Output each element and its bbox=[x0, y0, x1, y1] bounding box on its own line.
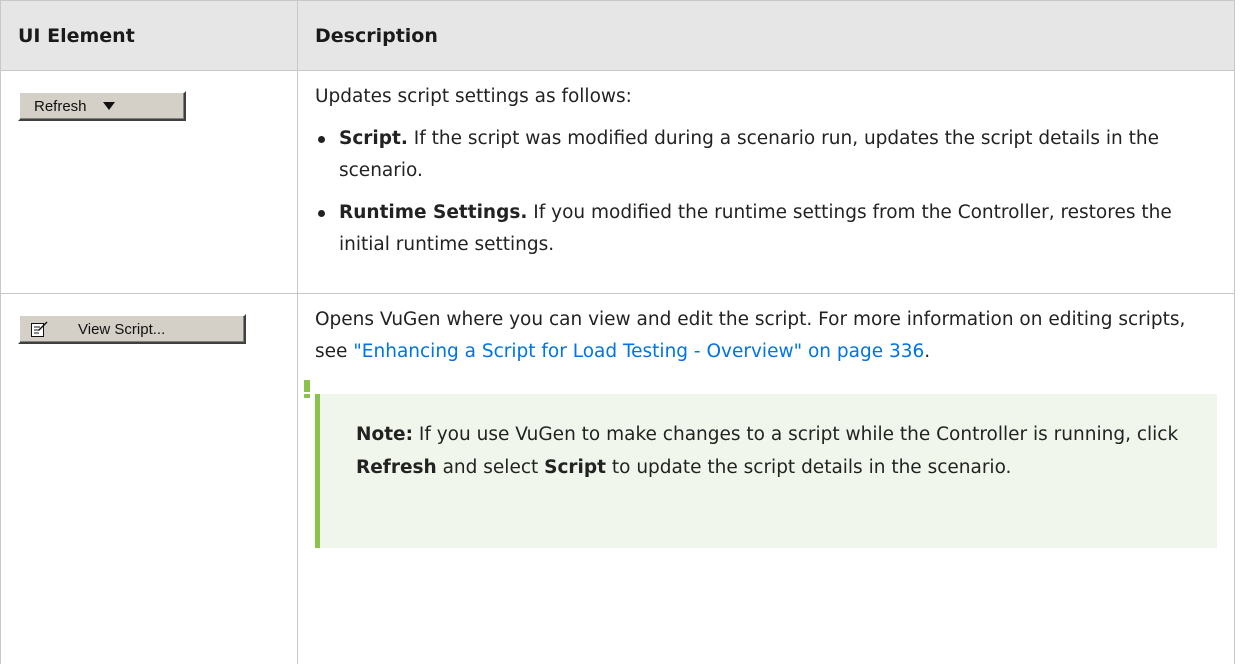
refresh-button[interactable]: Refresh bbox=[18, 91, 186, 121]
ui-element-cell: View Script... bbox=[1, 294, 298, 664]
table-header-row: UI Element Description bbox=[1, 1, 1235, 71]
description-cell: Updates script settings as follows: Scri… bbox=[298, 71, 1235, 294]
table-row-refresh: Refresh Updates script settings as follo… bbox=[1, 71, 1235, 294]
bullet-icon bbox=[318, 210, 325, 217]
dropdown-arrow-icon bbox=[103, 102, 115, 110]
refresh-options-list: Script. If the script was modified durin… bbox=[315, 123, 1217, 261]
view-script-button-label: View Script... bbox=[78, 321, 165, 338]
description-text-end: . bbox=[924, 341, 930, 362]
view-script-button[interactable]: View Script... bbox=[18, 314, 246, 344]
ui-element-cell: Refresh bbox=[1, 71, 298, 294]
header-description: Description bbox=[298, 1, 1235, 71]
exclamation-icon bbox=[304, 380, 310, 398]
description-cell: Opens VuGen where you can view and edit … bbox=[298, 294, 1235, 664]
edit-script-icon bbox=[30, 320, 48, 338]
note-bold-script: Script bbox=[544, 457, 606, 478]
note-box: Note: If you use VuGen to make changes t… bbox=[315, 394, 1217, 548]
bullet-term: Script. bbox=[339, 128, 408, 149]
refresh-intro: Updates script settings as follows: bbox=[315, 81, 1217, 113]
view-script-description: Opens VuGen where you can view and edit … bbox=[315, 304, 1217, 368]
list-item: Script. If the script was modified durin… bbox=[315, 123, 1217, 187]
bullet-text: If the script was modified during a scen… bbox=[339, 128, 1159, 181]
note-label: Note: bbox=[356, 424, 413, 445]
refresh-button-label: Refresh bbox=[34, 98, 87, 115]
note-text-3: to update the script details in the scen… bbox=[612, 457, 1012, 478]
note-text-2: and select bbox=[443, 457, 539, 478]
note-text-1: If you use VuGen to make changes to a sc… bbox=[419, 424, 1178, 445]
note-bold-refresh: Refresh bbox=[356, 457, 437, 478]
enhancing-script-link[interactable]: "Enhancing a Script for Load Testing - O… bbox=[353, 341, 924, 362]
bullet-term: Runtime Settings. bbox=[339, 202, 527, 223]
list-item: Runtime Settings. If you modified the ru… bbox=[315, 197, 1217, 261]
header-ui-element: UI Element bbox=[1, 1, 298, 71]
ui-elements-table: UI Element Description Refresh Updates s… bbox=[0, 0, 1235, 664]
table-row-view-script: View Script... Opens VuGen where you can… bbox=[1, 294, 1235, 664]
bullet-icon bbox=[318, 136, 325, 143]
